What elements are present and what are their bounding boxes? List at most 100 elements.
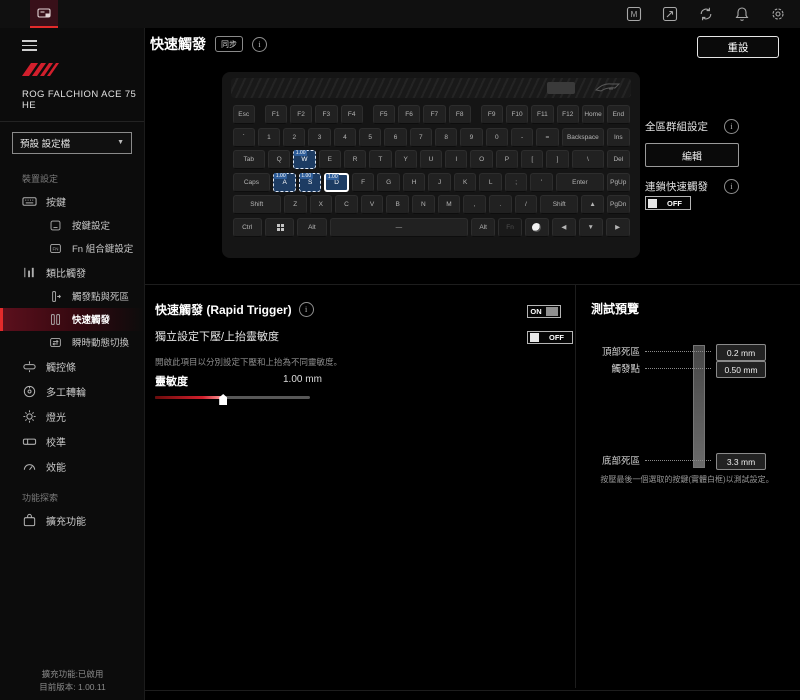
key-f9[interactable]: F9 xyxy=(481,105,503,124)
key-2[interactable]: 2 xyxy=(283,128,305,147)
rapid-trigger-toggle[interactable]: ON xyxy=(527,305,561,318)
info-icon[interactable]: i xyxy=(252,37,267,52)
key-s[interactable]: S1.00 xyxy=(299,173,322,192)
key-comma[interactable]: , xyxy=(463,195,486,214)
key-7[interactable]: 7 xyxy=(410,128,432,147)
key-arrow-left[interactable]: ◀ xyxy=(552,218,576,237)
device-tab[interactable] xyxy=(30,0,58,28)
key-shift-left[interactable]: Shift xyxy=(233,195,281,214)
key-bracket-left[interactable]: [ xyxy=(521,150,543,169)
key-f5[interactable]: F5 xyxy=(373,105,395,124)
key-f8[interactable]: F8 xyxy=(449,105,471,124)
key-f11[interactable]: F11 xyxy=(531,105,553,124)
key-f1[interactable]: F1 xyxy=(265,105,287,124)
key-shift-right[interactable]: Shift xyxy=(540,195,578,214)
sidebar-item-fn[interactable]: FNFn 組合鍵設定 xyxy=(0,237,144,260)
key-win[interactable] xyxy=(265,218,294,237)
key-1[interactable]: 1 xyxy=(258,128,280,147)
key-a[interactable]: A1.00 xyxy=(273,173,296,192)
key-esc[interactable]: Esc xyxy=(233,105,255,124)
key-ctrl[interactable]: Ctrl xyxy=(233,218,262,237)
bell-icon[interactable] xyxy=(734,6,750,22)
key-ins[interactable]: Ins xyxy=(607,128,629,147)
key-home[interactable]: Home xyxy=(582,105,604,124)
key-6[interactable]: 6 xyxy=(384,128,406,147)
profile-dropdown[interactable]: 預設 設定檔 ▼ xyxy=(12,132,132,154)
sidebar-item-analog[interactable]: 類比觸發 xyxy=(0,260,144,285)
key-3[interactable]: 3 xyxy=(308,128,330,147)
key-alt[interactable]: Alt xyxy=(297,218,326,237)
key-d[interactable]: D1.00 xyxy=(324,173,349,192)
key-bracket-right[interactable]: ] xyxy=(546,150,568,169)
key-v[interactable]: V xyxy=(361,195,384,214)
key-arrow-up[interactable]: ▲ xyxy=(581,195,604,214)
info-icon[interactable]: i xyxy=(724,179,739,194)
key-h[interactable]: H xyxy=(403,173,426,192)
sidebar-item-instant[interactable]: 瞬時動態切換 xyxy=(0,331,144,354)
key-enter[interactable]: Enter xyxy=(556,173,604,192)
key-f4[interactable]: F4 xyxy=(341,105,363,124)
key-f[interactable]: F xyxy=(352,173,375,192)
key-u[interactable]: U xyxy=(420,150,442,169)
key-minus[interactable]: - xyxy=(511,128,533,147)
key-f2[interactable]: F2 xyxy=(290,105,312,124)
key-n[interactable]: N xyxy=(412,195,435,214)
key-tab[interactable]: Tab xyxy=(233,150,265,169)
sync-icon[interactable] xyxy=(698,6,714,22)
key-pgdn[interactable]: PgDn xyxy=(607,195,630,214)
info-icon[interactable]: i xyxy=(299,302,314,317)
sidebar-item-trigger-point[interactable]: 觸發點與死區 xyxy=(0,285,144,308)
sidebar-item-keycap[interactable]: 按鍵設定 xyxy=(0,214,144,237)
key-pgup[interactable]: PgUp xyxy=(607,173,630,192)
key-f3[interactable]: F3 xyxy=(315,105,337,124)
key-backquote[interactable]: ` xyxy=(233,128,255,147)
sidebar-item-keyboard[interactable]: 按鍵 xyxy=(0,189,144,214)
key-f6[interactable]: F6 xyxy=(398,105,420,124)
key-z[interactable]: Z xyxy=(284,195,307,214)
key-b[interactable]: B xyxy=(386,195,409,214)
key-alt-right[interactable]: Alt xyxy=(471,218,495,237)
key-8[interactable]: 8 xyxy=(435,128,457,147)
key-del[interactable]: Del xyxy=(607,150,629,169)
sidebar-item-rapid[interactable]: 快速觸發 xyxy=(0,308,144,331)
key-t[interactable]: T xyxy=(369,150,391,169)
menu-icon[interactable] xyxy=(22,40,37,51)
key-g[interactable]: G xyxy=(377,173,400,192)
key-slash[interactable]: / xyxy=(515,195,538,214)
sidebar-item-light[interactable]: 燈光 xyxy=(0,404,144,429)
info-icon[interactable]: i xyxy=(724,119,739,134)
gear-icon[interactable] xyxy=(770,6,786,22)
sidebar-item-wheel[interactable]: 多工轉輪 xyxy=(0,379,144,404)
sidebar-item-touchbar[interactable]: 觸控條 xyxy=(0,354,144,379)
key-f10[interactable]: F10 xyxy=(506,105,528,124)
sidebar-item-calibrate[interactable]: 校準 xyxy=(0,429,144,454)
key-y[interactable]: Y xyxy=(395,150,417,169)
key-backspace[interactable]: Backspace xyxy=(562,128,605,147)
key-r[interactable]: R xyxy=(344,150,366,169)
key-q[interactable]: Q xyxy=(268,150,290,169)
key-j[interactable]: J xyxy=(428,173,451,192)
key-equals[interactable]: = xyxy=(536,128,558,147)
key-c[interactable]: C xyxy=(335,195,358,214)
edit-button[interactable]: 編輯 xyxy=(645,143,739,167)
key-0[interactable]: 0 xyxy=(486,128,508,147)
key-semicolon[interactable]: ; xyxy=(505,173,528,192)
sensitivity-slider[interactable] xyxy=(155,396,310,399)
key-p[interactable]: P xyxy=(496,150,518,169)
key-period[interactable]: . xyxy=(489,195,512,214)
key-k[interactable]: K xyxy=(454,173,477,192)
key-o[interactable]: O xyxy=(470,150,492,169)
key-w[interactable]: W1.00 xyxy=(293,150,315,169)
key-backslash[interactable]: \ xyxy=(572,150,604,169)
key-space[interactable]: — xyxy=(330,218,469,237)
key-fn[interactable]: Fn xyxy=(498,218,522,237)
key-rog-key[interactable] xyxy=(525,218,549,237)
key-arrow-down[interactable]: ▼ xyxy=(579,218,603,237)
key-arrow-right[interactable]: ▶ xyxy=(606,218,630,237)
key-9[interactable]: 9 xyxy=(460,128,482,147)
sidebar-item-puzzle[interactable]: 擴充功能 xyxy=(0,508,144,533)
key-f7[interactable]: F7 xyxy=(423,105,445,124)
key-caps[interactable]: Caps xyxy=(233,173,271,192)
independent-sensitivity-toggle[interactable]: OFF xyxy=(527,331,573,344)
key-end[interactable]: End xyxy=(607,105,629,124)
